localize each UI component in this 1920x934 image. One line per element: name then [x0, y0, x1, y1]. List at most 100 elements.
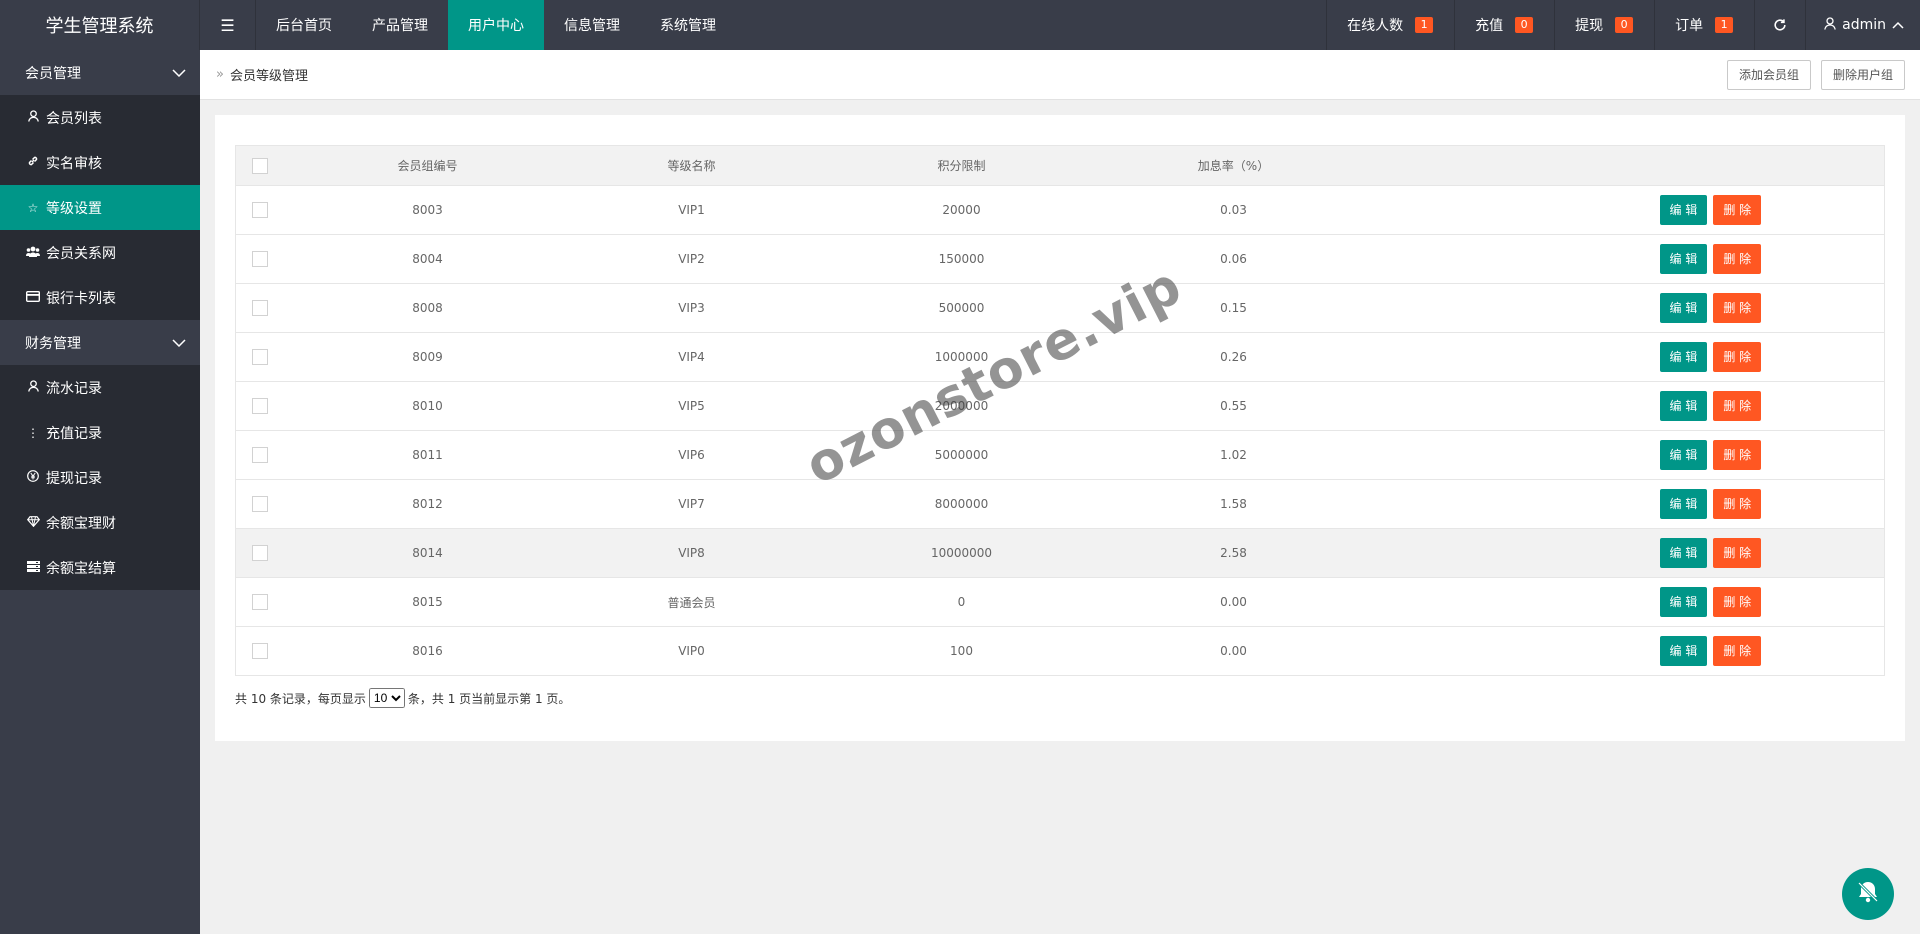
sidebar-group-finance[interactable]: 财务管理	[0, 320, 200, 365]
cell-id: 8016	[412, 644, 443, 658]
delete-button[interactable]: 删 除	[1713, 195, 1762, 225]
cell-name: VIP3	[678, 301, 705, 315]
row-checkbox[interactable]	[251, 545, 268, 561]
header-name: 等级名称	[667, 159, 716, 173]
row-checkbox[interactable]	[251, 251, 268, 267]
select-all-checkbox[interactable]	[251, 157, 268, 174]
sidebar-item-label: 会员列表	[46, 110, 102, 127]
menu-fold-icon[interactable]: ☰	[200, 0, 256, 50]
row-checkbox[interactable]	[251, 349, 268, 365]
row-checkbox-cell	[236, 480, 284, 529]
row-checkbox[interactable]	[251, 202, 268, 218]
cell-rate: 0.00	[1220, 644, 1247, 658]
header-id: 会员组编号	[397, 159, 458, 173]
table-row: 8016 VIP0 100 0.00 编 辑删 除	[235, 626, 1885, 676]
delete-button[interactable]: 删 除	[1713, 538, 1762, 568]
nav-home[interactable]: 后台首页	[256, 0, 352, 50]
nav-withdraw[interactable]: 提现 0	[1554, 0, 1654, 50]
sidebar-item-level-settings[interactable]: ☆ 等级设置	[0, 185, 200, 230]
row-checkbox[interactable]	[251, 300, 268, 316]
nav-products[interactable]: 产品管理	[352, 0, 448, 50]
cell-name: VIP2	[678, 252, 705, 266]
sidebar-item-yuebao-finance[interactable]: 余额宝理财	[0, 500, 200, 545]
row-checkbox[interactable]	[251, 447, 268, 463]
edit-button[interactable]: 编 辑	[1659, 293, 1708, 323]
delete-button[interactable]: 删 除	[1713, 391, 1762, 421]
nav-orders[interactable]: 订单 1	[1654, 0, 1754, 50]
sidebar-item-member-list[interactable]: 会员列表	[0, 95, 200, 140]
edit-button[interactable]: 编 辑	[1659, 636, 1708, 666]
delete-button[interactable]: 删 除	[1713, 440, 1762, 470]
sidebar-item-bank-cards[interactable]: 银行卡列表	[0, 275, 200, 320]
sidebar-item-label: 提现记录	[46, 470, 102, 487]
cell-name: VIP7	[678, 497, 705, 511]
table-row: 8008 VIP3 500000 0.15 编 辑删 除	[235, 283, 1885, 333]
sidebar-list-finance: 流水记录 ⋮ 充值记录 提现记录 余额宝理财 余额宝结算	[0, 365, 200, 590]
row-checkbox-cell	[236, 235, 284, 284]
nav-online-count[interactable]: 在线人数 1	[1326, 0, 1454, 50]
nav-system[interactable]: 系统管理	[640, 0, 736, 50]
add-member-group-button[interactable]: 添加会员组	[1726, 59, 1811, 90]
user-menu[interactable]: admin	[1805, 0, 1920, 50]
sidebar-item-recharge-records[interactable]: ⋮ 充值记录	[0, 410, 200, 455]
page-size-select[interactable]: 10	[368, 688, 405, 708]
delete-button[interactable]: 删 除	[1713, 244, 1762, 274]
notification-off-button[interactable]	[1842, 868, 1894, 920]
nav-user-center[interactable]: 用户中心	[448, 0, 544, 50]
row-checkbox[interactable]	[251, 643, 268, 659]
chevron-down-icon	[172, 65, 186, 81]
sidebar-item-yuebao-settlement[interactable]: 余额宝结算	[0, 545, 200, 590]
cell-actions: 编 辑删 除	[1356, 431, 1885, 480]
delete-button[interactable]: 删 除	[1713, 342, 1762, 372]
nav-recharge[interactable]: 充值 0	[1454, 0, 1554, 50]
edit-button[interactable]: 编 辑	[1659, 244, 1708, 274]
refresh-icon[interactable]	[1754, 0, 1805, 50]
delete-button[interactable]: 删 除	[1713, 587, 1762, 617]
row-checkbox[interactable]	[251, 594, 268, 610]
top-header: 学生管理系统 ☰ 后台首页 产品管理 用户中心 信息管理 系统管理 在线人数 1…	[0, 0, 1920, 50]
table-row: 8011 VIP6 5000000 1.02 编 辑删 除	[235, 430, 1885, 480]
row-checkbox-cell	[236, 382, 284, 431]
sidebar-item-realname[interactable]: 实名审核	[0, 140, 200, 185]
row-checkbox[interactable]	[251, 398, 268, 414]
content-card: 会员组编号 等级名称 积分限制 加息率（%） 8003 VIP1 20000 0.03…	[215, 115, 1905, 741]
edit-button[interactable]: 编 辑	[1659, 391, 1708, 421]
delete-button[interactable]: 删 除	[1713, 489, 1762, 519]
table-row: 8009 VIP4 1000000 0.26 编 辑删 除	[235, 332, 1885, 382]
member-level-table: 会员组编号 等级名称 积分限制 加息率（%） 8003 VIP1 20000 0.03…	[235, 145, 1885, 676]
cell-rate: 0.55	[1220, 399, 1247, 413]
edit-button[interactable]: 编 辑	[1659, 195, 1708, 225]
cell-limit: 2000000	[934, 399, 989, 413]
sidebar: 会员管理 会员列表 实名审核 ☆ 等级设置 会员关系网 银行卡列表 财务管理 流…	[0, 50, 200, 934]
cell-limit: 100	[950, 644, 973, 658]
sidebar-item-label: 等级设置	[46, 200, 102, 217]
sidebar-item-relation-net[interactable]: 会员关系网	[0, 230, 200, 275]
nav-online-label: 在线人数	[1347, 18, 1404, 34]
sidebar-group-member[interactable]: 会员管理	[0, 50, 200, 95]
sidebar-item-label: 实名审核	[46, 155, 102, 172]
edit-button[interactable]: 编 辑	[1659, 538, 1708, 568]
delete-button[interactable]: 删 除	[1713, 636, 1762, 666]
row-checkbox[interactable]	[251, 496, 268, 512]
nav-info[interactable]: 信息管理	[544, 0, 640, 50]
cell-rate: 0.00	[1220, 595, 1247, 609]
edit-button[interactable]: 编 辑	[1659, 489, 1708, 519]
edit-button[interactable]: 编 辑	[1659, 440, 1708, 470]
double-chevron-right-icon: »	[216, 67, 224, 82]
top-nav: 后台首页 产品管理 用户中心 信息管理 系统管理	[256, 0, 736, 50]
edit-button[interactable]: 编 辑	[1659, 342, 1708, 372]
cell-id: 8014	[412, 546, 443, 560]
header-limit: 积分限制	[937, 159, 986, 173]
cell-name: 普通会员	[667, 595, 716, 610]
sidebar-item-flow-records[interactable]: 流水记录	[0, 365, 200, 410]
sidebar-item-withdraw-records[interactable]: 提现记录	[0, 455, 200, 500]
row-checkbox-cell	[236, 529, 284, 578]
delete-button[interactable]: 删 除	[1713, 293, 1762, 323]
cell-name: VIP5	[678, 399, 705, 413]
delete-user-group-button[interactable]: 删除用户组	[1820, 59, 1905, 90]
breadcrumb-bar: » 会员等级管理 添加会员组 删除用户组	[200, 50, 1920, 100]
card-icon	[25, 290, 41, 305]
cell-limit: 1000000	[934, 350, 989, 364]
edit-button[interactable]: 编 辑	[1659, 587, 1708, 617]
pager-suffix: 条，共 1 页当前显示第 1 页。	[407, 691, 571, 706]
